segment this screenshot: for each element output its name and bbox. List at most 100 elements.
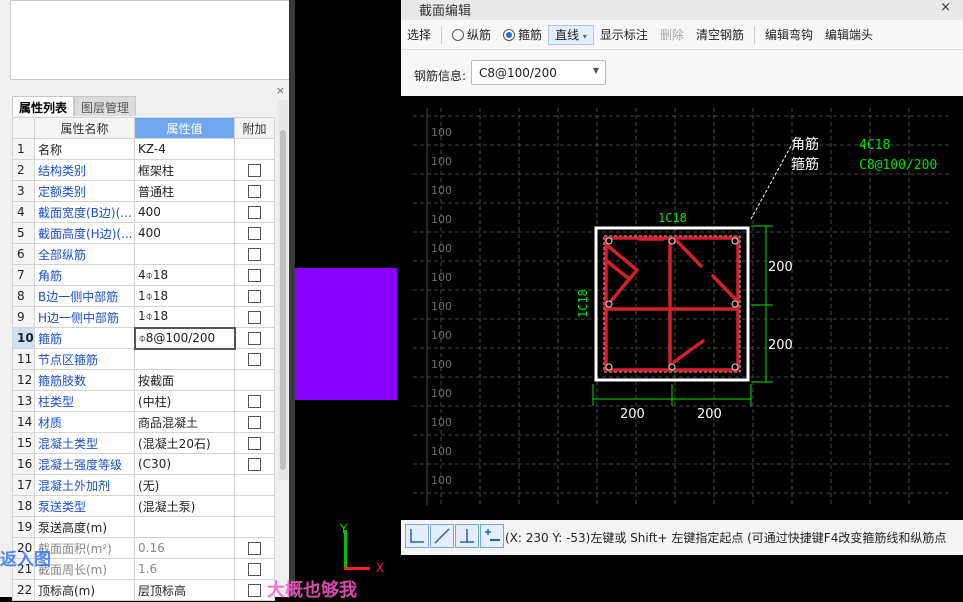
extra-checkbox[interactable] xyxy=(248,226,261,240)
line-type-combo[interactable]: 直线 ▾ xyxy=(548,24,594,45)
corner-bar[interactable] xyxy=(605,237,613,245)
property-value-field[interactable] xyxy=(134,348,235,370)
table-row[interactable]: 14 材质 商品混凝土 xyxy=(12,411,275,433)
row-index[interactable]: 12 xyxy=(12,369,35,391)
table-row[interactable]: 11 节点区箍筋 xyxy=(12,348,275,370)
property-value-field[interactable]: KZ-4 xyxy=(134,138,235,160)
property-value-field[interactable]: (混凝土20石) xyxy=(134,432,235,454)
tab-property-list[interactable]: 属性列表 xyxy=(12,96,75,116)
table-row[interactable]: 21 截面周长(m) 1.6 xyxy=(12,558,275,580)
row-index[interactable]: 8 xyxy=(12,285,35,307)
row-index[interactable]: 5 xyxy=(12,222,35,244)
property-value-field[interactable]: 1.6 xyxy=(134,558,235,580)
row-index[interactable]: 3 xyxy=(12,180,35,202)
property-value-field[interactable]: 1⌽18 xyxy=(134,306,235,328)
table-row[interactable]: 7 角筋 4⌽18 xyxy=(12,264,275,286)
col-header-name[interactable]: 属性名称 xyxy=(34,117,135,139)
property-value-field[interactable]: 400 xyxy=(134,222,235,244)
table-row[interactable]: 8 B边一侧中部筋 1⌽18 xyxy=(12,285,275,307)
table-row[interactable]: 10 箍筋 ⌽8@100/200 xyxy=(12,326,275,350)
extra-checkbox[interactable] xyxy=(248,163,261,177)
row-index[interactable]: 16 xyxy=(12,453,35,475)
polar-mode-button[interactable] xyxy=(430,524,454,548)
property-value-field[interactable]: 400 xyxy=(134,201,235,223)
extra-checkbox[interactable] xyxy=(248,289,261,303)
extra-checkbox[interactable] xyxy=(248,247,261,261)
extra-checkbox[interactable] xyxy=(248,457,261,471)
outer-stirrup[interactable] xyxy=(604,236,740,372)
extra-checkbox[interactable] xyxy=(248,541,261,555)
table-row[interactable]: 19 泵送高度(m) xyxy=(12,516,275,538)
hook-line[interactable] xyxy=(711,274,739,303)
extra-checkbox[interactable] xyxy=(248,184,261,198)
table-row[interactable]: 17 混凝土外加剂 (无) xyxy=(12,474,275,496)
col-header-extra[interactable]: 附加 xyxy=(234,117,275,139)
tab-layer-manager[interactable]: 图层管理 xyxy=(74,96,137,116)
table-row[interactable]: 13 柱类型 (中柱) xyxy=(12,390,275,412)
radio-stirrup[interactable]: 箍筋 xyxy=(497,26,548,43)
table-row[interactable]: 9 H边一侧中部筋 1⌽18 xyxy=(12,306,275,328)
extra-checkbox[interactable] xyxy=(248,562,261,576)
property-value-field[interactable] xyxy=(134,516,235,538)
property-value-field[interactable]: 按截面 xyxy=(134,369,235,391)
row-index[interactable]: 1 xyxy=(12,138,35,160)
property-value-field[interactable]: 商品混凝土 xyxy=(134,411,235,433)
row-index[interactable]: 2 xyxy=(12,159,35,181)
corner-bar[interactable] xyxy=(605,363,613,371)
table-row[interactable]: 22 顶标高(m) 层顶标高 xyxy=(12,579,275,601)
section-canvas[interactable]: 100 100 100 100 100 100 100 100 100 100 100 100 100 xyxy=(401,96,963,520)
property-value-field[interactable]: 0.16 xyxy=(134,537,235,559)
add-point-button[interactable] xyxy=(480,524,504,548)
row-index[interactable]: 13 xyxy=(12,390,35,412)
property-value-field[interactable] xyxy=(134,243,235,265)
property-value-field[interactable]: 普通柱 xyxy=(134,180,235,202)
extra-checkbox[interactable] xyxy=(248,436,261,450)
row-index[interactable]: 15 xyxy=(12,432,35,454)
grid-scroll-thumb[interactable] xyxy=(280,130,286,470)
b-side-bar[interactable] xyxy=(668,237,676,245)
row-index[interactable]: 17 xyxy=(12,474,35,496)
extra-checkbox[interactable] xyxy=(248,331,262,345)
property-value-field[interactable]: (中柱) xyxy=(134,390,235,412)
h-side-bar[interactable] xyxy=(731,300,739,308)
extra-checkbox[interactable] xyxy=(248,310,261,324)
row-index[interactable]: 22 xyxy=(12,579,35,601)
edit-end-button[interactable]: 编辑端头 xyxy=(819,26,879,43)
property-value-field[interactable]: 4⌽18 xyxy=(134,264,235,286)
row-index[interactable]: 10 xyxy=(12,327,35,349)
dialog-titlebar[interactable]: 截面编辑 × xyxy=(401,0,963,20)
table-row[interactable]: 18 泵送类型 (混凝土泵) xyxy=(12,495,275,517)
property-value-field[interactable]: (无) xyxy=(134,474,235,496)
row-index[interactable]: 9 xyxy=(12,306,35,328)
table-row[interactable]: 2 结构类别 框架柱 xyxy=(12,159,275,181)
property-value-field[interactable]: 1⌽18 xyxy=(134,285,235,307)
hook-line[interactable] xyxy=(606,260,630,280)
table-row[interactable]: 3 定额类别 普通柱 xyxy=(12,180,275,202)
hook-line[interactable] xyxy=(672,236,703,268)
table-row[interactable]: 15 混凝土类型 (混凝土20石) xyxy=(12,432,275,454)
longitudinal-bars[interactable] xyxy=(605,237,739,371)
table-row[interactable]: 1 名称 KZ-4 xyxy=(12,138,275,160)
property-value-field[interactable]: (混凝土泵) xyxy=(134,495,235,517)
col-header-value[interactable]: 属性值 xyxy=(134,117,235,139)
row-index[interactable]: 18 xyxy=(12,495,35,517)
extra-checkbox[interactable] xyxy=(248,415,261,429)
table-row[interactable]: 16 混凝土强度等级 (C30) xyxy=(12,453,275,475)
extra-checkbox[interactable] xyxy=(248,205,261,219)
column-section-outline[interactable] xyxy=(594,226,750,382)
panel-close-icon[interactable]: × xyxy=(276,84,285,97)
show-labels-button[interactable]: 显示标注 xyxy=(594,26,654,43)
radio-longitudinal[interactable]: 纵筋 xyxy=(446,26,497,43)
row-index[interactable]: 6 xyxy=(12,243,35,265)
delete-button[interactable]: 删除 xyxy=(654,26,690,43)
property-value-field[interactable]: 层顶标高 xyxy=(134,579,235,601)
dialog-close-icon[interactable]: × xyxy=(940,0,951,15)
corner-bar[interactable] xyxy=(731,363,739,371)
edit-hook-button[interactable]: 编辑弯钩 xyxy=(759,26,819,43)
table-row[interactable]: 5 截面高度(H边)(... 400 xyxy=(12,222,275,244)
row-index[interactable]: 7 xyxy=(12,264,35,286)
h-side-bar[interactable] xyxy=(605,300,613,308)
clear-rebar-button[interactable]: 清空钢筋 xyxy=(690,26,750,43)
extra-checkbox[interactable] xyxy=(248,268,261,282)
select-button[interactable]: 选择 xyxy=(401,26,437,43)
